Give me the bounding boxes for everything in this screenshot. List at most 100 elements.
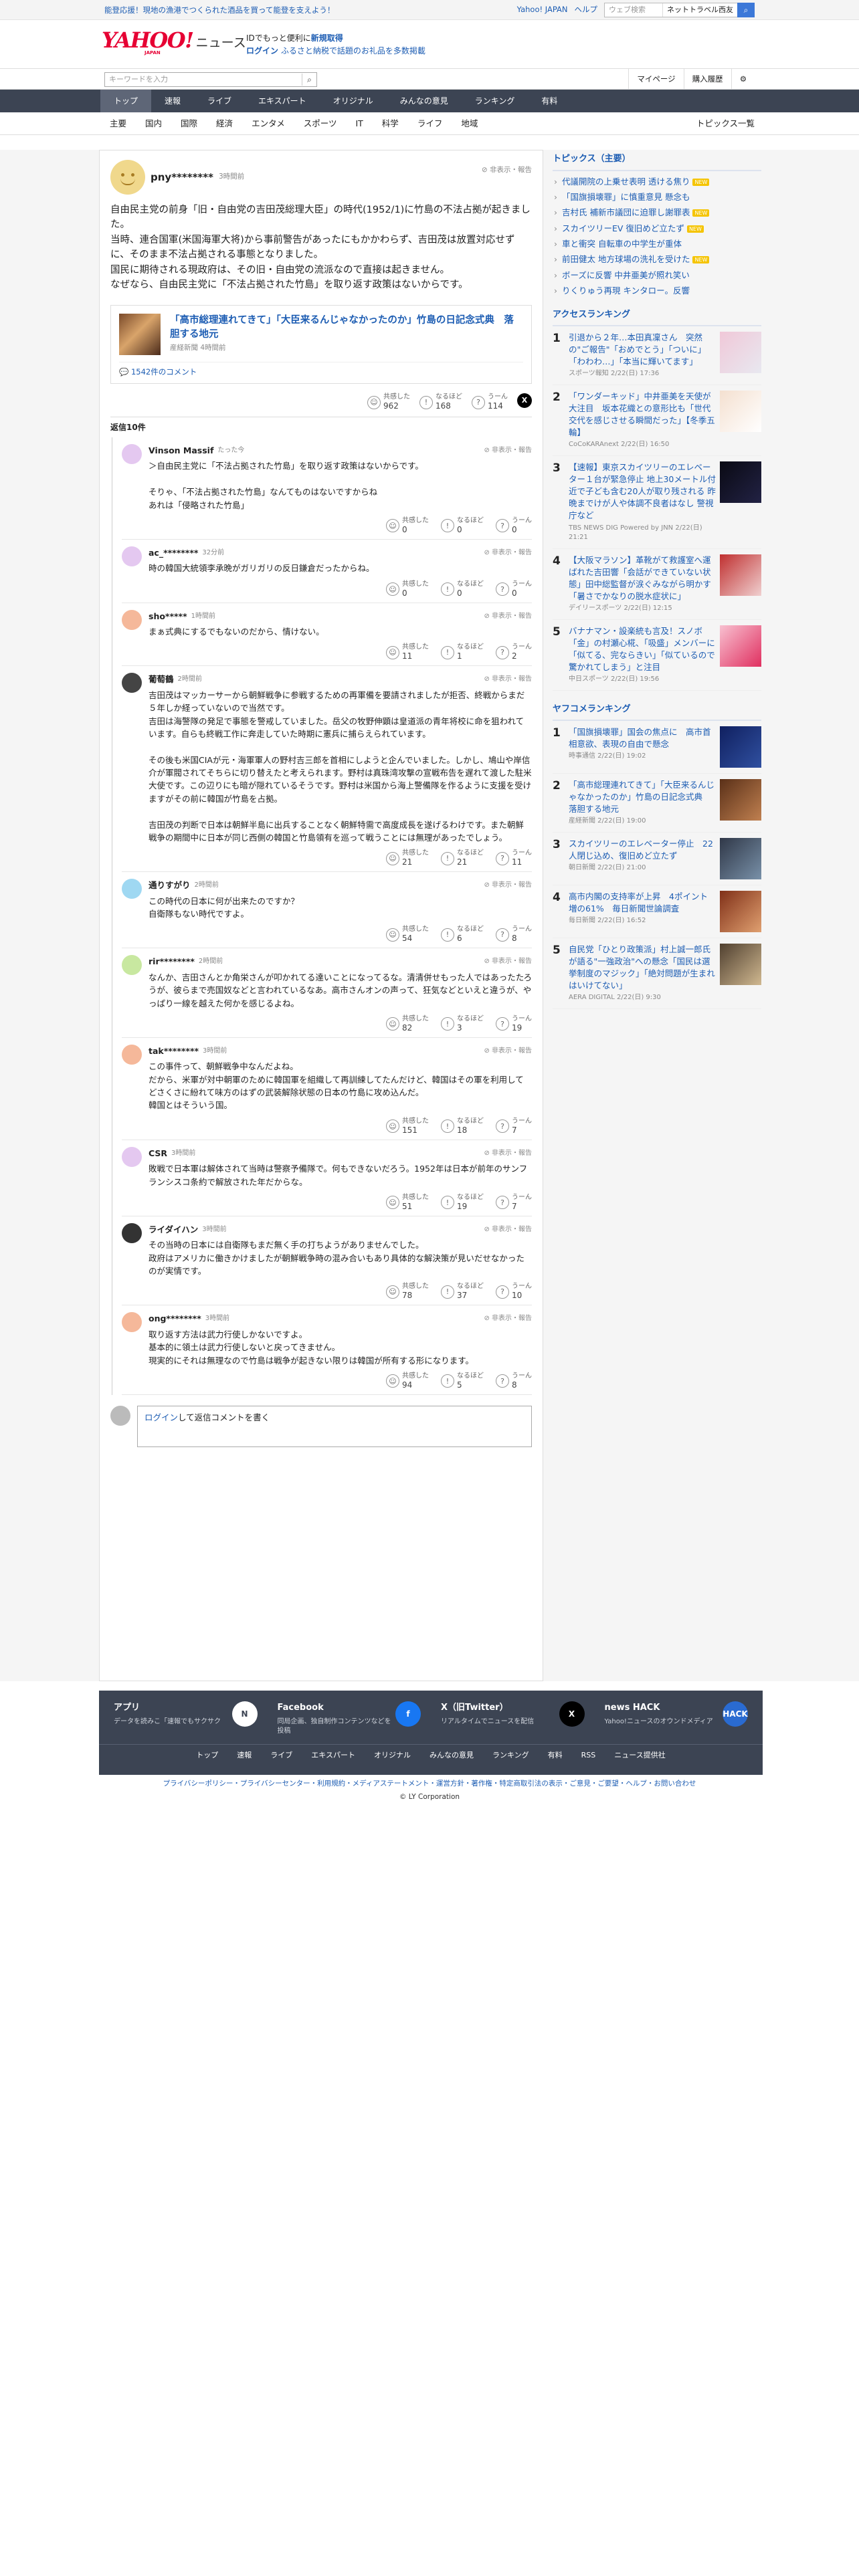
yahoo-japan-link[interactable]: Yahoo! JAPAN	[517, 4, 568, 15]
subnav-it[interactable]: IT	[346, 112, 372, 135]
reply-author[interactable]: ong********	[149, 1312, 201, 1325]
footer-link[interactable]: エキスパート	[311, 1750, 355, 1761]
footer-link[interactable]: RSS	[581, 1750, 596, 1761]
hide-report-link[interactable]: ⊘ 非表示・報告	[484, 674, 532, 685]
topics-title[interactable]: トピックス（主要）	[553, 150, 761, 171]
help-link[interactable]: ヘルプ	[575, 4, 598, 15]
login-link[interactable]: ログイン	[145, 1412, 178, 1422]
footer-col[interactable]: news HACK Yahoo!ニュースのオウンドメディア HACK	[605, 1701, 748, 1736]
subnav-life[interactable]: ライフ	[408, 112, 452, 135]
ranking-item[interactable]: 2 「ワンダーキッド」中井亜美を天使が大注目 坂本花織との意形比も「世代交代を感じ…	[553, 385, 761, 456]
hide-report-link[interactable]: ⊘ 非表示・報告	[484, 1224, 532, 1235]
hide-report-link[interactable]: ⊘ 非表示・報告	[484, 956, 532, 967]
footer-col[interactable]: X（旧Twitter） リアルタイムでニュースを配信 X	[441, 1701, 585, 1736]
nav-expert[interactable]: エキスパート	[245, 90, 320, 112]
insight-button[interactable]: ! なるほど 6	[441, 926, 484, 944]
reply-author[interactable]: 葡萄鶴	[149, 673, 174, 685]
yafoko-ranking-title[interactable]: ヤフコメランキング	[553, 700, 761, 721]
topic-item[interactable]: 前田健太 地方球場の洗礼を受けたNEW	[553, 251, 761, 267]
mypage-link[interactable]: マイページ	[628, 69, 683, 89]
signup-link[interactable]: 新規取得	[311, 33, 343, 43]
ranking-item[interactable]: 3 【速報】東京スカイツリーのエレベーター１台が緊急停止 地上30メートル付近で子…	[553, 456, 761, 549]
app-icon[interactable]: N	[231, 1701, 258, 1727]
topic-item[interactable]: 吉村氏 補新市議団に迫罪し謝罪表NEW	[553, 205, 761, 220]
footer-link[interactable]: ニュース提供社	[614, 1750, 665, 1761]
ranking-item[interactable]: 5 自民党「ひとり政策派」村上誠一郎氏が語る"一強政治"への懸念「国民は選挙制度の…	[553, 938, 761, 1009]
hmm-button[interactable]: ? うーん 8	[496, 926, 532, 944]
footer-col[interactable]: アプリ データを読みこ「速報でもサクサク N	[114, 1701, 258, 1736]
gear-icon[interactable]: ⚙	[731, 69, 755, 89]
hide-report-link[interactable]: ⊘ 非表示・報告	[484, 1313, 532, 1324]
hmm-button[interactable]: ? うーん 0	[496, 580, 532, 599]
promo-link[interactable]: 能登応援！現地の漁港でつくられた酒品を買って能登を支えよう！	[104, 5, 335, 16]
insight-button[interactable]: ! なるほど 3	[441, 1015, 484, 1033]
ranking-item[interactable]: 4 高市内閣の支持率が上昇 4ポイント増の61% 毎日新聞世論調査 毎日新聞 2/2…	[553, 885, 761, 938]
reply-author[interactable]: sho*****	[149, 610, 187, 623]
furusato-link[interactable]: ふるさと納税で話題のお礼品を多数掲載	[281, 46, 425, 56]
x-icon[interactable]: X	[559, 1701, 585, 1727]
yahoo-news-logo[interactable]: YAHOO! JAPAN ニュース	[102, 29, 246, 56]
topic-item[interactable]: りくりゅう再現 キンタロー。反響	[553, 283, 761, 298]
login-link[interactable]: ログイン	[246, 46, 278, 56]
footer-link[interactable]: 有料	[548, 1750, 563, 1761]
insight-button[interactable]: ! なるほど 5	[441, 1372, 484, 1390]
comment-author[interactable]: pny********	[151, 170, 213, 185]
insight-button[interactable]: ! なるほど 19	[441, 1194, 484, 1212]
subnav-main[interactable]: 主要	[100, 112, 136, 135]
reply-author[interactable]: ライダイハン	[149, 1223, 198, 1236]
insight-button[interactable]: ! なるほど 168	[419, 393, 462, 411]
purchase-history-link[interactable]: 購入履歴	[683, 69, 731, 89]
hide-report-link[interactable]: ⊘ 非表示・報告	[484, 880, 532, 891]
hmm-button[interactable]: ? うーん 11	[496, 849, 532, 867]
access-ranking-title[interactable]: アクセスランキング	[553, 306, 761, 326]
agree-button[interactable]: ☺ 共感した 21	[386, 849, 429, 867]
subnav-world[interactable]: 国際	[171, 112, 207, 135]
reply-author[interactable]: ac_********	[149, 546, 198, 559]
news-hack-icon[interactable]: HACK	[723, 1701, 748, 1727]
reply-author[interactable]: 通りすがり	[149, 879, 191, 891]
ranking-item[interactable]: 4 【大阪マラソン】革靴がて救護室へ運ばれた吉田響「会話ができていない状態」田中総…	[553, 549, 761, 620]
footer-link[interactable]: オリジナル	[374, 1750, 411, 1761]
topic-item[interactable]: 車と衝突 自転車の中学生が重体	[553, 236, 761, 251]
x-share-icon[interactable]: X	[517, 393, 532, 409]
insight-button[interactable]: ! なるほど 0	[441, 517, 484, 535]
reply-author[interactable]: tak********	[149, 1045, 199, 1057]
search-icon[interactable]: ⌕	[737, 3, 755, 17]
footer-link[interactable]: みんなの意見	[430, 1750, 474, 1761]
hmm-button[interactable]: ? うーん 19	[496, 1015, 532, 1033]
hmm-button[interactable]: ? うーん 2	[496, 643, 532, 661]
agree-button[interactable]: ☺ 共感した 54	[386, 926, 429, 944]
agree-button[interactable]: ☺ 共感した 82	[386, 1015, 429, 1033]
hide-report-link[interactable]: ⊘ 非表示・報告	[484, 1046, 532, 1057]
topic-item[interactable]: 「国旗損壊罪」に慎重意見 懸念も	[553, 189, 761, 205]
hmm-button[interactable]: ? うーん 7	[496, 1117, 532, 1136]
topic-item[interactable]: スカイツリーEV 復旧めど立たずNEW	[553, 221, 761, 236]
nav-breaking[interactable]: 速報	[151, 90, 194, 112]
agree-button[interactable]: ☺ 共感した 962	[367, 393, 410, 411]
footer-link[interactable]: ライブ	[270, 1750, 292, 1761]
article-comments-link[interactable]: 💬 1542件のコメント	[119, 361, 523, 378]
reply-author[interactable]: Vinson Massif	[149, 444, 213, 457]
agree-button[interactable]: ☺ 共感した 94	[386, 1372, 429, 1390]
footer-col[interactable]: Facebook 同局企画、独自制作コンテンツなどを投稿 f	[278, 1701, 421, 1736]
topics-list-link[interactable]: トピックス一覧	[696, 112, 755, 135]
hmm-button[interactable]: ? うーん 0	[496, 517, 532, 535]
hide-report-link[interactable]: ⊘ 非表示・報告	[484, 1148, 532, 1159]
agree-button[interactable]: ☺ 共感した 0	[386, 580, 429, 599]
keyword-search[interactable]: キーワードを入力 ⌕	[104, 72, 317, 87]
ranking-item[interactable]: 1 引退から２年…本田真凜さん 突然の"ご報告"「おめでとう」「ついに」「わわわ……	[553, 326, 761, 385]
insight-button[interactable]: ! なるほど 0	[441, 580, 484, 599]
web-search-input[interactable]: ウェブ検索	[605, 3, 662, 17]
agree-button[interactable]: ☺ 共感した 51	[386, 1194, 429, 1212]
web-search[interactable]: ウェブ検索 ネットトラベル西友 ⌕	[604, 3, 755, 17]
hide-report-link[interactable]: ⊘ 非表示・報告	[482, 160, 532, 176]
insight-button[interactable]: ! なるほど 1	[441, 643, 484, 661]
article-card[interactable]: 「高市総理連れてきて」「大臣来るんじゃなかったのか」竹島の日記念式典 落胆する地…	[110, 304, 532, 385]
subnav-sports[interactable]: スポーツ	[294, 112, 347, 135]
keyword-input[interactable]: キーワードを入力	[105, 74, 302, 86]
ranking-item[interactable]: 2 「高市総理連れてきて」「大臣来るんじゃなかったのか」竹島の日記念式典 落胆する…	[553, 774, 761, 833]
ranking-item[interactable]: 1 「国旗損壊罪」国会の焦点に 高市首相意欲、表現の自由で懸念 時事通信 2/22(…	[553, 721, 761, 774]
hmm-button[interactable]: ? うーん 10	[496, 1283, 532, 1301]
agree-button[interactable]: ☺ 共感した 151	[386, 1117, 429, 1136]
article-title[interactable]: 「高市総理連れてきて」「大臣来るんじゃなかったのか」竹島の日記念式典 落胆する地…	[170, 314, 523, 342]
